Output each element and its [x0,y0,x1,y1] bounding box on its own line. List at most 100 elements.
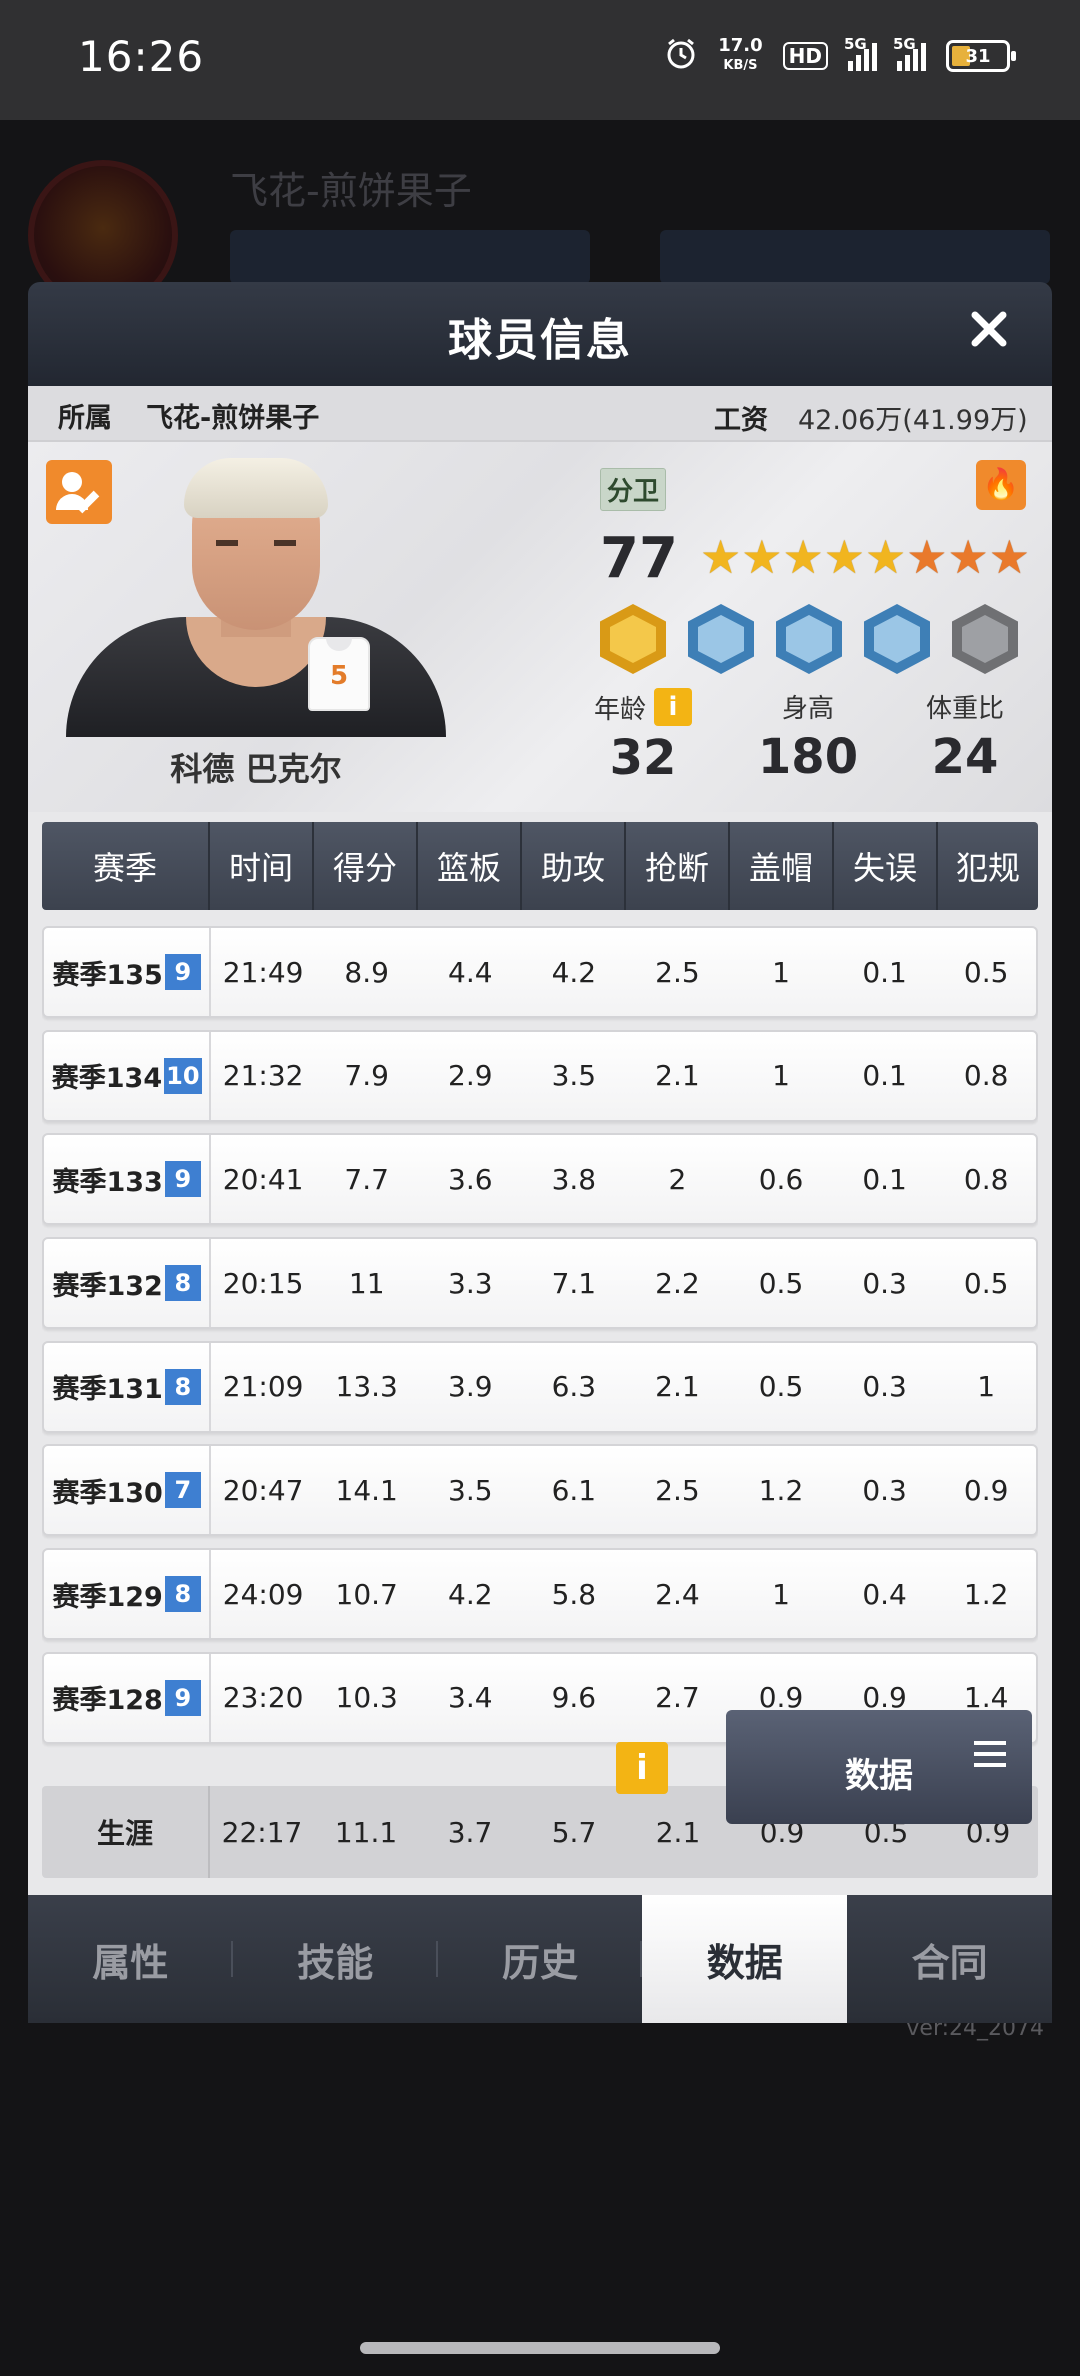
column-header[interactable]: 失误 [834,822,938,910]
table-cell: 0.3 [862,1473,907,1507]
close-button[interactable] [964,308,1014,358]
column-header[interactable]: 犯规 [938,822,1038,910]
salary-value: 42.06万(41.99万) [798,405,1028,436]
table-cell: 0.6 [758,1162,804,1196]
star-icon: ★ [741,530,783,584]
star-rating: ★ ★ ★ ★ ★ ★ ★ ★ [700,532,1030,582]
column-header[interactable]: 盖帽 [730,822,834,910]
table-cell: 2.9 [448,1059,493,1093]
season-cell: 赛季130 7 [44,1446,212,1535]
table-cell: 1.2 [758,1473,804,1507]
weight-label: 体重比 [925,694,1004,724]
salary-label: 工资 [714,405,768,436]
column-header[interactable]: 时间 [210,822,314,910]
column-header[interactable]: 助攻 [522,822,626,910]
table-cell: 2.5 [655,955,700,989]
table-cell: 0.3 [862,1370,907,1404]
season-tag: 9 [164,1679,201,1716]
age-value: 32 [609,730,677,786]
tab-data[interactable]: 数据 [642,1895,848,2023]
table-cell: 3.4 [448,1681,493,1715]
season-tag: 9 [164,954,201,990]
season-label: 赛季131 [52,1374,163,1406]
tab-history[interactable]: 历史 [438,1895,643,2023]
column-header[interactable]: 赛季 [42,822,210,910]
season-tag: 8 [164,1576,201,1613]
table-cell: 2.1 [655,1370,700,1404]
table-cell: 14.1 [335,1473,398,1507]
menu-icon [974,1738,1006,1778]
table-cell: 20:41 [222,1162,304,1196]
status-time: 16:26 [78,32,205,81]
sim2-label: 5G [893,35,916,53]
fire-icon[interactable]: 🔥 [976,460,1026,510]
season-label: 赛季129 [52,1581,163,1613]
table-cell: 3.3 [448,1266,493,1300]
table-cell: 13.3 [335,1370,398,1404]
skill-badge-icon[interactable] [952,604,1018,674]
weight-value: 24 [931,729,999,785]
background-currency-bar [660,230,1050,284]
season-tag: 10 [164,1057,202,1094]
skill-badge-icon[interactable] [688,604,754,674]
age-stat: 年龄 i 32 [588,688,698,786]
battery-icon: 31 [946,40,1016,72]
weight-stat: 体重比 24 [890,688,1040,785]
table-rows[interactable]: 赛季135 9 21:49 8.9 4.4 4.2 2.5 1 0.1 0.5 赛季134 10 21:… [42,926,1038,1776]
table-cell: 2.2 [655,1266,700,1300]
table-cell: 6.3 [551,1370,597,1404]
table-cell: 1.2 [963,1577,1009,1611]
table-cell: 2.1 [655,1059,700,1093]
player-info-modal: 球员信息 所属 飞花-煎饼果子 工资 42.06万(41.99万) 5 科德 巴… [28,282,1052,2177]
skill-badge-icon[interactable] [776,604,842,674]
season-tag: 9 [164,1161,201,1198]
home-indicator[interactable] [360,2342,720,2354]
info-icon[interactable]: i [654,688,692,726]
status-bar: 16:26 17.0 KB/S HD 5G 5G 31 [0,0,1080,120]
table-cell: 1 [772,1577,790,1611]
table-cell: 3.9 [448,1370,493,1404]
table-cell: 2.1 [655,1815,701,1849]
player-portrait [66,452,446,737]
season-label: 赛季128 [52,1685,163,1717]
season-tag: 7 [164,1472,201,1509]
info-button[interactable]: i [616,1742,668,1794]
table-cell: 3.8 [551,1162,597,1196]
season-cell: 赛季131 8 [44,1342,212,1431]
skill-badge-icon[interactable] [600,604,666,674]
close-icon [971,311,1007,347]
table-row[interactable]: 赛季129 8 24:09 10.7 4.2 5.8 2.4 1 0.4 1.2 [42,1548,1038,1641]
table-row[interactable]: 赛季132 8 20:15 11 3.3 7.1 2.2 0.5 0.3 0.5 [42,1237,1038,1330]
table-cell: 0.3 [862,1266,907,1300]
height-value: 180 [757,729,859,785]
table-row[interactable]: 赛季134 10 21:32 7.9 2.9 3.5 2.1 1 0.1 0.8 [42,1029,1038,1122]
net-speed-unit: KB/S [723,58,758,73]
column-header[interactable]: 抢断 [626,822,730,910]
table-cell: 21:49 [222,955,304,989]
season-label: 赛季134 [51,1063,163,1095]
column-header[interactable]: 篮板 [418,822,522,910]
tab-contract[interactable]: 合同 [847,1895,1052,2023]
skill-badge-icon[interactable] [864,604,930,674]
table-cell: 21:09 [222,1370,304,1404]
column-header[interactable]: 得分 [314,822,418,910]
data-dropdown-button[interactable]: 数据 [726,1710,1032,1824]
tab-attributes[interactable]: 属性 [28,1895,233,2023]
table-row[interactable]: 赛季131 8 21:09 13.3 3.9 6.3 2.1 0.5 0.3 1 [42,1340,1038,1433]
table-cell: 5.7 [551,1815,597,1849]
status-icons: 17.0 KB/S HD 5G 5G 31 [664,35,1016,76]
background-team-name: 飞花-煎饼果子 [230,169,472,213]
season-cell: 赛季135 9 [44,928,212,1016]
star-icon: ★ [865,530,907,584]
modal-body: 所属 飞花-煎饼果子 工资 42.06万(41.99万) 5 科德 巴克尔 分卫… [28,386,1052,1895]
table-cell: 6.1 [551,1473,597,1507]
table-cell: 0.4 [862,1577,907,1611]
tab-skills[interactable]: 技能 [233,1895,438,2023]
table-row[interactable]: 赛季135 9 21:49 8.9 4.4 4.2 2.5 1 0.1 0.5 [42,926,1038,1018]
season-cell: 赛季134 10 [44,1031,212,1120]
table-row[interactable]: 赛季130 7 20:47 14.1 3.5 6.1 2.5 1.2 0.3 0.9 [42,1444,1038,1537]
table-row[interactable]: 赛季133 9 20:41 7.7 3.6 3.8 2 0.6 0.1 0.8 [42,1133,1038,1226]
season-label: 赛季135 [52,959,163,991]
star-icon: ★ [947,530,989,584]
table-cell: 10.7 [335,1577,398,1611]
